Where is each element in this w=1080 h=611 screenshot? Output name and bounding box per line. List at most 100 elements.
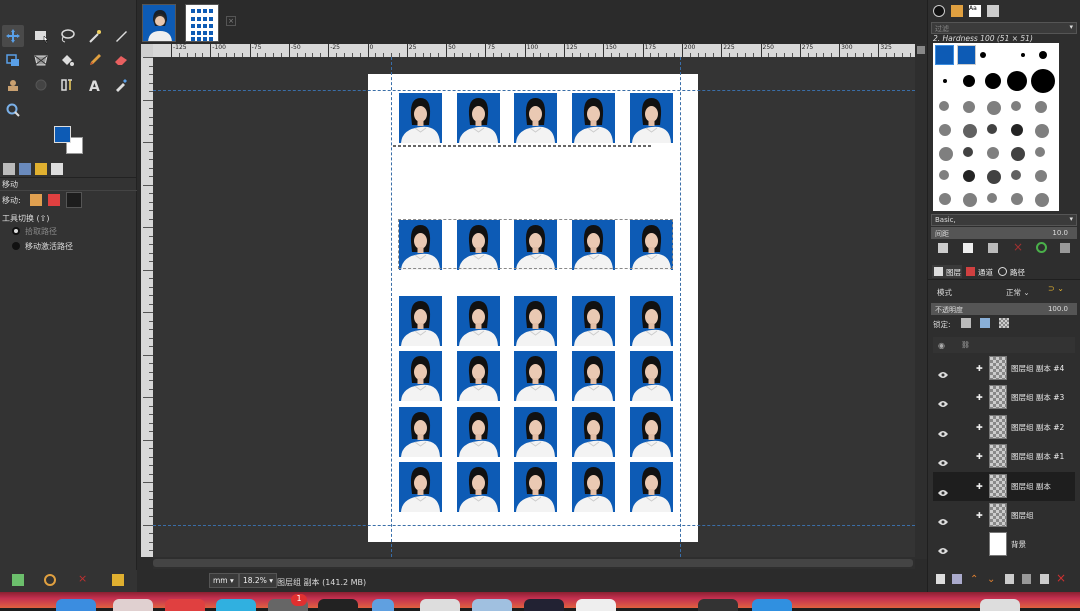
horizontal-ruler[interactable]: -125 -100 -75 -50 -25 0 25 50 75 100 125 150 175 200 2… <box>153 44 915 57</box>
brush-swatch[interactable] <box>987 147 999 159</box>
guide-vertical-right[interactable] <box>680 57 681 557</box>
move-tool-icon[interactable] <box>2 25 24 47</box>
navigate-icon[interactable] <box>917 46 925 54</box>
brush-swatch[interactable] <box>1031 69 1055 93</box>
warp-tool-icon[interactable] <box>56 74 78 96</box>
open-brush-file-icon[interactable] <box>1060 243 1070 253</box>
brush-filter-input[interactable]: 过滤 ▾ <box>931 22 1077 34</box>
brush-swatch[interactable] <box>1035 147 1045 157</box>
guide-vertical-left[interactable] <box>391 57 392 557</box>
dock-app-icon[interactable] <box>472 599 512 611</box>
fonts-tab-icon[interactable]: Aa <box>969 5 981 17</box>
lasso-tool-icon[interactable] <box>56 25 78 47</box>
dock-app-icon[interactable] <box>165 599 205 611</box>
dock-app-icon[interactable] <box>576 599 616 611</box>
new-layer-icon[interactable] <box>936 574 945 584</box>
color-picker-tool-icon[interactable] <box>110 74 132 96</box>
tab-channels[interactable]: 通道 <box>964 265 996 278</box>
brush-swatch[interactable] <box>1007 71 1027 91</box>
delete-layer-icon[interactable]: × <box>1056 571 1066 585</box>
dock-app-icon[interactable] <box>318 599 358 611</box>
tool-options-tab-icon[interactable] <box>3 163 15 175</box>
zoom-select[interactable]: 18.2% ▾ <box>239 573 277 588</box>
expand-group-icon[interactable]: ✚ <box>976 423 983 432</box>
smudge-tool-icon[interactable] <box>30 74 52 96</box>
canvas-area[interactable] <box>153 57 915 557</box>
dock-app-icon[interactable] <box>698 599 738 611</box>
restore-tool-preset-icon[interactable] <box>44 574 56 586</box>
close-tab-icon[interactable]: × <box>226 16 236 26</box>
brush-image-thumb[interactable] <box>935 45 954 65</box>
paintbrush-tool-icon[interactable] <box>84 49 106 71</box>
visibility-eye-icon[interactable] <box>938 540 948 555</box>
refresh-brushes-icon[interactable] <box>1036 242 1047 253</box>
foreground-color-swatch[interactable] <box>54 126 71 143</box>
paths-tool-icon[interactable] <box>110 25 132 47</box>
transform-tool-icon[interactable] <box>2 49 24 71</box>
layer-row[interactable]: ✚ 图层组 副本 #4 <box>933 354 1075 383</box>
brush-swatch[interactable] <box>939 193 951 205</box>
layer-row[interactable]: ✚ 图层组 副本 #3 <box>933 383 1075 412</box>
dock-app-icon[interactable] <box>524 599 564 611</box>
lock-position-icon[interactable] <box>980 318 990 328</box>
clone-tool-icon[interactable] <box>2 74 24 96</box>
perspective-tool-icon[interactable] <box>30 49 52 71</box>
image-tab-portrait[interactable] <box>142 4 176 42</box>
brush-swatch[interactable] <box>963 75 975 87</box>
brush-image-thumb[interactable] <box>957 45 976 65</box>
brush-swatch[interactable] <box>1011 170 1021 180</box>
brush-swatch[interactable] <box>963 193 977 207</box>
brush-grid[interactable] <box>933 43 1059 211</box>
layer-row[interactable]: ✚ 图层组 <box>933 501 1075 530</box>
duplicate-layer-icon[interactable] <box>1005 574 1014 584</box>
vertical-scrollbar[interactable] <box>915 44 927 559</box>
image-tab-layout[interactable] <box>185 4 219 42</box>
rect-select-tool-icon[interactable] <box>30 25 52 47</box>
layer-row[interactable]: ✚ 图层组 副本 #1 <box>933 442 1075 471</box>
brush-swatch[interactable] <box>963 147 973 157</box>
brush-swatch[interactable] <box>939 101 949 111</box>
composite-mode-icon[interactable]: ⊃ ⌄ <box>1048 284 1074 298</box>
visibility-eye-icon[interactable] <box>938 423 948 437</box>
patterns-tab-icon[interactable] <box>951 5 963 17</box>
lower-layer-icon[interactable]: ⌄ <box>987 574 995 585</box>
brush-swatch[interactable] <box>939 124 951 136</box>
edit-brush-icon[interactable] <box>938 243 948 253</box>
horizontal-scroll-thumb[interactable] <box>153 559 913 567</box>
eraser-tool-icon[interactable] <box>110 49 132 71</box>
brush-swatch[interactable] <box>985 73 1001 89</box>
visibility-eye-icon[interactable] <box>938 393 948 408</box>
expand-group-icon[interactable]: ✚ <box>976 511 983 520</box>
brush-swatch[interactable] <box>1035 101 1047 113</box>
dock-app-icon[interactable] <box>113 599 153 611</box>
dock-app-icon[interactable] <box>420 599 460 611</box>
visibility-eye-icon[interactable] <box>938 482 948 496</box>
brush-swatch[interactable] <box>987 170 1001 184</box>
brush-swatch[interactable] <box>939 170 949 180</box>
layer-row[interactable]: 背景 <box>933 530 1075 559</box>
duplicate-brush-icon[interactable] <box>988 243 998 253</box>
visibility-eye-icon[interactable] <box>938 364 948 378</box>
unit-select[interactable]: mm ▾ <box>209 573 239 588</box>
expand-group-icon[interactable]: ✚ <box>976 393 983 402</box>
move-selection-icon[interactable] <box>48 194 60 206</box>
opacity-slider[interactable]: 不透明度 100.0 <box>931 303 1077 315</box>
text-tool-icon[interactable]: A <box>84 74 106 96</box>
brush-swatch[interactable] <box>963 124 977 138</box>
dock-app-icon[interactable] <box>56 599 96 611</box>
expand-group-icon[interactable]: ✚ <box>976 364 983 373</box>
brush-swatch[interactable] <box>1011 193 1023 205</box>
brush-swatch[interactable] <box>987 193 997 203</box>
save-tool-preset-icon[interactable] <box>12 574 24 586</box>
tab-paths[interactable]: 路径 <box>996 265 1028 278</box>
move-path-icon[interactable] <box>66 192 82 208</box>
zoom-tool-icon[interactable] <box>2 99 24 121</box>
brush-swatch[interactable] <box>1021 53 1025 57</box>
brush-swatch[interactable] <box>1011 101 1021 111</box>
vertical-ruler[interactable] <box>141 57 153 557</box>
brush-swatch[interactable] <box>1011 124 1023 136</box>
dock-app-icon[interactable] <box>216 599 256 611</box>
brush-swatch[interactable] <box>1035 170 1047 182</box>
fuzzy-select-tool-icon[interactable] <box>84 25 106 47</box>
raise-layer-icon[interactable]: ⌃ <box>970 574 978 585</box>
